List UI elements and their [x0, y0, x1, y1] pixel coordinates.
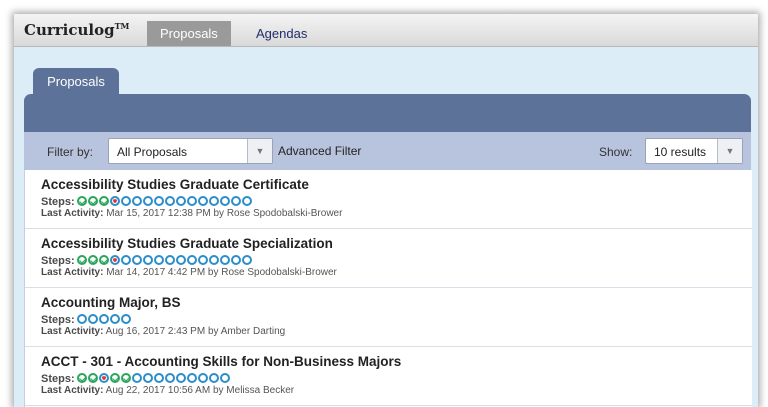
last-activity: Last Activity: Mar 14, 2017 4:42 PM by R…: [41, 267, 337, 278]
step-pending-icon[interactable]: [153, 195, 164, 206]
step-pending-icon[interactable]: [175, 254, 186, 265]
step-rejected-icon[interactable]: [109, 254, 120, 265]
last-activity-label: Last Activity:: [41, 385, 104, 396]
step-pending-icon[interactable]: [241, 254, 252, 265]
step-done-icon[interactable]: [87, 372, 98, 383]
step-done-icon[interactable]: [76, 254, 87, 265]
proposal-list: Accessibility Studies Graduate Certifica…: [24, 170, 752, 407]
step-pending-icon[interactable]: [164, 254, 175, 265]
app-window: CurriculogTM Proposals Agendas Proposals…: [14, 14, 758, 407]
step-done-icon[interactable]: [98, 195, 109, 206]
step-pending-icon[interactable]: [186, 372, 197, 383]
step-pending-icon[interactable]: [109, 313, 120, 324]
step-pending-icon[interactable]: [208, 195, 219, 206]
step-pending-icon[interactable]: [76, 313, 87, 324]
step-pending-icon[interactable]: [142, 254, 153, 265]
step-pending-icon[interactable]: [164, 195, 175, 206]
step-pending-icon[interactable]: [142, 195, 153, 206]
step-done-icon[interactable]: [98, 254, 109, 265]
proposal-row[interactable]: Accounting Major, BS Steps: Last Activit…: [25, 288, 752, 347]
step-pending-icon[interactable]: [219, 372, 230, 383]
proposal-steps: Steps:: [41, 254, 253, 268]
filter-by-label: Filter by:: [47, 145, 94, 159]
step-pending-icon[interactable]: [208, 254, 219, 265]
step-done-icon[interactable]: [120, 372, 131, 383]
proposal-title[interactable]: ACCT - 301 - Accounting Skills for Non-B…: [41, 354, 401, 369]
advanced-filter-link[interactable]: Advanced Filter: [278, 144, 361, 158]
results-per-page-select[interactable]: 10 results ▼: [645, 138, 743, 164]
last-activity-value: Aug 22, 2017 10:56 AM by Melissa Becker: [105, 385, 295, 396]
step-done-icon[interactable]: [87, 195, 98, 206]
proposal-steps: Steps:: [41, 313, 132, 327]
step-pending-icon[interactable]: [208, 372, 219, 383]
step-pending-icon[interactable]: [197, 195, 208, 206]
last-activity-value: Mar 14, 2017 4:42 PM by Rose Spodobalski…: [106, 267, 337, 278]
step-pending-icon[interactable]: [120, 313, 131, 324]
step-done-icon[interactable]: [76, 372, 87, 383]
section-tab-proposals[interactable]: Proposals: [33, 68, 119, 95]
steps-label: Steps:: [41, 255, 75, 267]
proposal-title[interactable]: Accessibility Studies Graduate Specializ…: [41, 236, 333, 251]
step-pending-icon[interactable]: [197, 254, 208, 265]
filter-bar: Filter by: All Proposals ▼ Advanced Filt…: [24, 132, 751, 170]
step-pending-icon[interactable]: [98, 313, 109, 324]
last-activity: Last Activity: Mar 15, 2017 12:38 PM by …: [41, 208, 342, 219]
steps-label: Steps:: [41, 196, 75, 208]
nav-tab-agendas[interactable]: Agendas: [243, 21, 320, 46]
show-label: Show:: [599, 145, 633, 159]
chevron-down-icon: ▼: [247, 139, 272, 163]
last-activity: Last Activity: Aug 16, 2017 2:43 PM by A…: [41, 326, 285, 337]
step-pending-icon[interactable]: [230, 254, 241, 265]
proposal-row[interactable]: Accessibility Studies Graduate Certifica…: [25, 170, 752, 229]
step-pending-icon[interactable]: [131, 195, 142, 206]
proposal-title[interactable]: Accessibility Studies Graduate Certifica…: [41, 177, 309, 192]
steps-label: Steps:: [41, 314, 75, 326]
proposal-row[interactable]: ACCT - 301 - Accounting Skills for Non-B…: [25, 347, 752, 406]
filter-select-value: All Proposals: [117, 145, 188, 159]
step-pending-icon[interactable]: [164, 372, 175, 383]
step-pending-icon[interactable]: [241, 195, 252, 206]
step-rejected-icon[interactable]: [109, 195, 120, 206]
step-rejected-icon[interactable]: [98, 372, 109, 383]
step-pending-icon[interactable]: [175, 195, 186, 206]
step-pending-icon[interactable]: [120, 195, 131, 206]
step-done-icon[interactable]: [87, 254, 98, 265]
step-pending-icon[interactable]: [120, 254, 131, 265]
step-done-icon[interactable]: [109, 372, 120, 383]
chevron-down-icon: ▼: [717, 139, 742, 163]
step-pending-icon[interactable]: [219, 254, 230, 265]
step-pending-icon[interactable]: [87, 313, 98, 324]
top-navigation-bar: CurriculogTM Proposals Agendas: [14, 14, 758, 47]
step-pending-icon[interactable]: [186, 254, 197, 265]
step-pending-icon[interactable]: [142, 372, 153, 383]
last-activity-label: Last Activity:: [41, 267, 104, 278]
step-pending-icon[interactable]: [230, 195, 241, 206]
step-pending-icon[interactable]: [175, 372, 186, 383]
step-pending-icon[interactable]: [219, 195, 230, 206]
step-pending-icon[interactable]: [153, 254, 164, 265]
step-pending-icon[interactable]: [131, 372, 142, 383]
results-select-value: 10 results: [654, 145, 707, 159]
filter-select[interactable]: All Proposals ▼: [108, 138, 273, 164]
step-done-icon[interactable]: [76, 195, 87, 206]
last-activity-label: Last Activity:: [41, 208, 104, 219]
step-pending-icon[interactable]: [153, 372, 164, 383]
step-pending-icon[interactable]: [197, 372, 208, 383]
last-activity-value: Mar 15, 2017 12:38 PM by Rose Spodobalsk…: [106, 208, 343, 219]
last-activity-label: Last Activity:: [41, 326, 104, 337]
last-activity-value: Aug 16, 2017 2:43 PM by Amber Darting: [105, 326, 286, 337]
last-activity: Last Activity: Aug 22, 2017 10:56 AM by …: [41, 385, 294, 396]
steps-label: Steps:: [41, 373, 75, 385]
proposal-steps: Steps:: [41, 372, 231, 386]
nav-tab-proposals[interactable]: Proposals: [147, 21, 231, 46]
proposal-title[interactable]: Accounting Major, BS: [41, 295, 181, 310]
step-pending-icon[interactable]: [131, 254, 142, 265]
step-pending-icon[interactable]: [186, 195, 197, 206]
curriculog-logo[interactable]: CurriculogTM: [24, 21, 129, 39]
proposal-row[interactable]: Accessibility Studies Graduate Specializ…: [25, 229, 752, 288]
proposal-steps: Steps:: [41, 195, 253, 209]
